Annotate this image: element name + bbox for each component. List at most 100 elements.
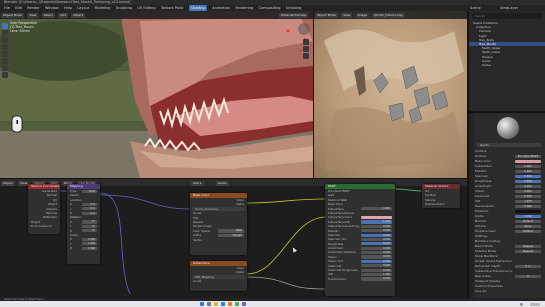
mode-select[interactable]: Object Mode [1,12,24,18]
node-row-value[interactable]: 0 m [82,211,97,215]
prop-value[interactable]: 0.500 [515,174,541,179]
node-row-value[interactable]: Straight [218,233,244,237]
blender-icon[interactable] [228,302,232,306]
prop-value[interactable]: 1.000 [515,214,541,219]
pan-icon[interactable] [303,46,309,52]
node-row-value[interactable]: 0.000 [360,251,392,255]
node-row-value[interactable]: 0.000 [360,277,392,281]
prop-value[interactable]: 0.000 [515,189,541,194]
zoom-icon[interactable] [303,39,309,45]
prop-value[interactable]: 1.450 [515,199,541,204]
prop-value[interactable]: Opaque [515,244,541,249]
node-row-value[interactable]: 0° [82,229,97,233]
material-preview-sphere [497,117,519,139]
prop-value[interactable]: 0.000 [515,204,541,209]
prop-value[interactable]: Default [515,219,541,224]
node-mapping[interactable]: Mapping Type Point Vector Location X0 m Y… [67,184,100,264]
app-icon[interactable] [242,302,246,306]
base-color-swatch[interactable] [515,159,541,164]
editor-mode[interactable]: Object Mode [315,12,338,18]
prop-value[interactable]: Principled BSDF [515,154,541,159]
node-row-value[interactable]: 0.000 [360,246,392,250]
node-row-value[interactable]: 0.500 [360,233,392,237]
node-row-value[interactable]: 1.400 [360,220,392,224]
select-tool[interactable] [2,23,8,29]
prop-value[interactable]: 0.000 [515,194,541,199]
start-icon[interactable] [200,302,204,306]
camera-icon[interactable] [303,53,309,59]
menu-view-right[interactable]: View [341,12,353,18]
menu-view[interactable]: View [27,12,39,18]
image-selector[interactable]: Mouth_Interior.png [372,12,405,18]
node-row-value[interactable]: 0.500 [360,259,392,264]
node-row-value[interactable]: 0° [82,224,97,228]
node-row-value[interactable]: 1.450 [360,273,392,277]
transform-tool[interactable] [2,58,8,64]
node-row[interactable]: Z 1.000 [67,246,100,250]
node-row-value[interactable]: 1.000 [82,242,97,246]
node-row-value[interactable]: 1.000 [82,237,97,242]
move-tool[interactable] [2,37,8,43]
node-row-value[interactable]: 0.000 [360,207,392,211]
node-row-label: Subsurface Radius [328,210,354,215]
viewport-3d-left[interactable]: Object Mode View Select Add Object Mater… [0,11,313,178]
folder-icon[interactable] [214,302,218,306]
menu-image[interactable]: Image [355,12,369,18]
node-row-value[interactable]: 0.000 [360,237,392,242]
node-row-value[interactable]: Point [82,189,97,193]
node-from-instancer[interactable]: From Instancer [28,224,60,228]
menu-add[interactable]: Add [58,12,68,18]
node-base-color-texture[interactable]: Base Color Color Alpha Gums_Color.png Li… [190,193,247,255]
node-row-value[interactable]: 0.000 [360,224,392,228]
node-row-value[interactable]: 0° [82,220,97,224]
image-editor-right[interactable]: Object Mode View Image Mouth_Interior.pn… [314,11,467,178]
node-row-value[interactable]: 0 m [82,207,97,211]
cursor-tool[interactable] [2,30,8,36]
emission-swatch[interactable] [515,209,541,214]
prop-value[interactable]: 0 [515,274,541,279]
node-input[interactable]: Vector [190,238,247,242]
node-subsurface-texture[interactable]: Subsurface Color Alpha SSS_Mapping Linea… [190,261,247,291]
node-row-value[interactable]: 0.030 [360,268,392,272]
prop-value[interactable]: 0 m [515,264,541,269]
outliner-row[interactable]: Saliva [469,63,545,67]
node-row-value[interactable]: 0.000 [360,255,392,259]
rotate-tool[interactable] [2,44,8,50]
subsurface-color-swatch[interactable] [360,215,392,220]
outliner-search[interactable]: Search [472,13,542,19]
node-row-value[interactable]: 0 m [82,202,97,206]
prop-value[interactable]: Default [515,229,541,234]
prop-value[interactable]: 0.000 [515,169,541,174]
annotate-tool[interactable] [2,65,8,71]
node-texture-coordinate[interactable]: Texture Coordinate Generated Normal UV O… [28,184,60,234]
node-row-value[interactable]: 0.650 [360,242,392,246]
interpolation-select[interactable]: Linear [190,279,247,283]
node-principled-bsdf[interactable]: BSDF Principled BSDF GGX Random Walk Bas… [325,184,395,296]
prop-value[interactable]: 0.000 [515,184,541,189]
prop-value[interactable]: 0.000 [515,164,541,169]
material-name-field[interactable]: Gums [477,143,541,147]
menu-object[interactable]: Object [71,12,86,18]
node-row-value[interactable]: sRGB [218,229,244,233]
search-icon[interactable] [207,302,211,306]
node-row-value[interactable]: 1.000 [82,246,97,250]
shading-mode[interactable]: Material Preview [279,12,308,18]
prop-value[interactable]: Opaque [515,249,541,254]
node-input[interactable]: Displacement [422,202,460,206]
shader-node-editor[interactable]: Object View Select Add Node Use Nodes Sl… [0,179,467,298]
prop-row[interactable]: Line Art [469,289,545,294]
browser-icon[interactable] [221,302,225,306]
node-row-value[interactable]: 0.000 [360,229,392,233]
tray-icon[interactable] [520,302,523,306]
app-icon[interactable] [235,302,239,306]
trex-mouth-render [0,11,313,178]
measure-tool[interactable] [2,72,8,78]
scale-tool[interactable] [2,51,8,57]
prop-value[interactable]: None [515,224,541,229]
node-row[interactable]: Transmission 0.000 [325,277,395,281]
prop-value[interactable]: 0.650 [515,179,541,184]
menu-select[interactable]: Select [41,12,55,18]
nav-gizmo[interactable] [298,23,310,35]
node-row-value[interactable]: 0.000 [360,264,392,268]
node-material-output[interactable]: Material Output All Surface Volume Displ… [422,184,460,208]
